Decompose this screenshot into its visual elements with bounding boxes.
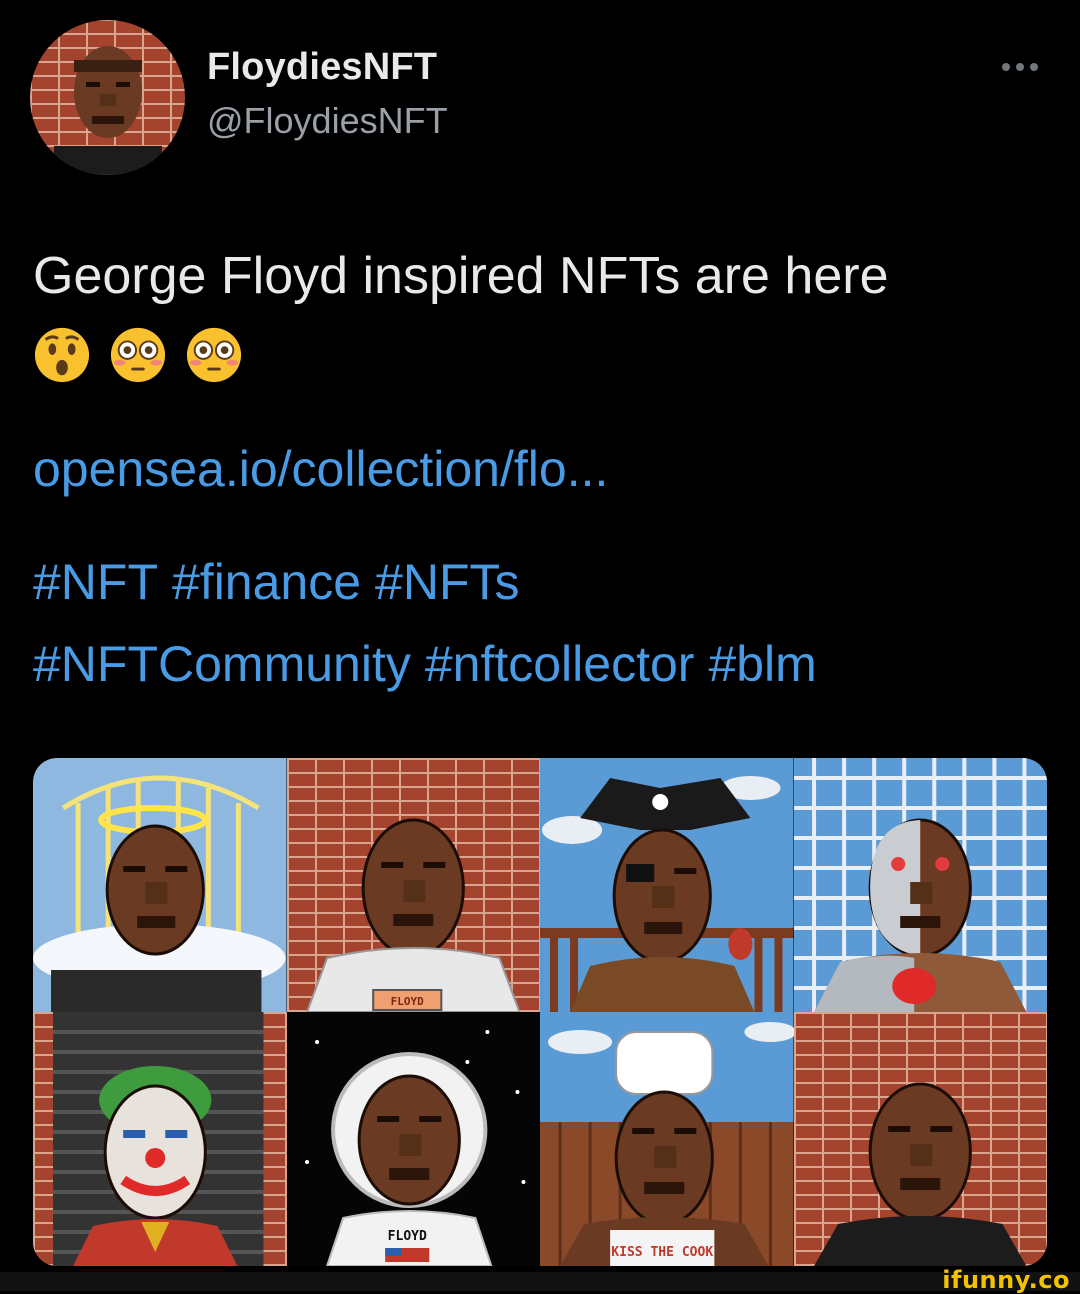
profile-avatar[interactable] xyxy=(30,20,185,175)
tweet-text: George Floyd inspired NFTs are here xyxy=(33,247,889,305)
floyd-shirt-nft[interactable]: FLOYD xyxy=(286,758,540,1012)
user-handle[interactable]: @FloydiesNFT xyxy=(207,100,448,142)
cyborg-art xyxy=(793,758,1047,1012)
avatar-pixel-face xyxy=(54,46,162,175)
joker-art xyxy=(53,1012,264,1266)
more-dot xyxy=(1002,63,1010,71)
hashtag-link[interactable]: #nftcollector xyxy=(425,636,695,692)
hashtag-link[interactable]: #NFTs xyxy=(375,554,519,610)
nft-image-grid[interactable]: FLOYD FLOYD KISS THE COOK xyxy=(33,758,1047,1266)
more-dot xyxy=(1016,63,1024,71)
pirate-art xyxy=(540,758,794,1012)
nft-label: KISS THE COOK xyxy=(611,1245,713,1260)
opensea-link[interactable]: opensea.io/collection/flo... xyxy=(33,437,608,501)
chef-art: KISS THE COOK xyxy=(540,1012,794,1266)
display-name[interactable]: FloydiesNFT xyxy=(207,46,437,89)
hashtag-list: #NFT #finance #NFTs #NFTCommunity #nftcolle… xyxy=(33,541,1053,705)
angel-halo-art xyxy=(33,758,287,1012)
pirate-nft[interactable] xyxy=(540,758,794,1012)
hushed-face-icon xyxy=(34,327,90,383)
flushed-face-icon xyxy=(186,327,242,383)
chef-nft[interactable]: KISS THE COOK xyxy=(540,1012,794,1266)
nft-label: FLOYD xyxy=(390,995,424,1008)
brick-wall-art xyxy=(813,1082,1026,1266)
astronaut-art: FLOYD xyxy=(286,1012,540,1266)
nft-label: FLOYD xyxy=(387,1229,426,1244)
joker-nft[interactable] xyxy=(33,1012,287,1266)
hashtag-link[interactable]: #finance xyxy=(172,554,361,610)
brick-wall-nft[interactable] xyxy=(793,1012,1047,1266)
ifunny-watermark: ifunny.co xyxy=(942,1266,1070,1294)
floyd-shirt-art: FLOYD xyxy=(305,818,521,1012)
hashtag-link[interactable]: #blm xyxy=(708,636,816,692)
more-dot xyxy=(1030,63,1038,71)
hashtag-link[interactable]: #NFTCommunity xyxy=(33,636,411,692)
flushed-face-icon xyxy=(110,327,166,383)
emoji-row xyxy=(33,326,243,390)
cyborg-nft[interactable] xyxy=(793,758,1047,1012)
astronaut-nft[interactable]: FLOYD xyxy=(286,1012,540,1266)
more-options-button[interactable] xyxy=(992,52,1048,82)
angel-halo-nft[interactable] xyxy=(33,758,287,1012)
hashtag-link[interactable]: #NFT xyxy=(33,554,158,610)
footer-bar xyxy=(0,1272,1080,1291)
